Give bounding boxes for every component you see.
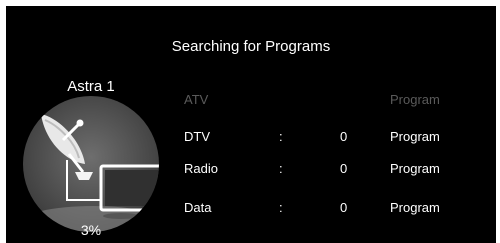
result-row-radio: Radio : 0 Program: [6, 161, 496, 181]
result-type-label: DTV: [184, 129, 210, 144]
result-count: 0: [340, 200, 348, 215]
result-row-dtv: DTV : 0 Program: [6, 129, 496, 149]
result-unit-label: Program: [390, 129, 440, 144]
result-unit-label: Program: [390, 200, 440, 215]
result-separator: :: [279, 200, 283, 215]
result-type-label: Data: [184, 200, 212, 215]
result-separator: :: [279, 129, 283, 144]
result-separator: :: [279, 161, 283, 176]
result-count: 0: [340, 129, 348, 144]
result-type-label: Radio: [184, 161, 218, 176]
page-title: Searching for Programs: [171, 38, 331, 55]
result-row-atv: ATV Program: [6, 92, 496, 112]
result-unit-label: Program: [390, 92, 440, 107]
channel-scan-screen: Searching for Programs Astra 1 3% ATV Pr…: [6, 6, 496, 243]
result-type-label: ATV: [184, 92, 209, 107]
scan-progress-percent: 3%: [80, 222, 102, 238]
result-unit-label: Program: [390, 161, 440, 176]
result-count: 0: [340, 161, 348, 176]
result-row-data: Data : 0 Program: [6, 200, 496, 220]
